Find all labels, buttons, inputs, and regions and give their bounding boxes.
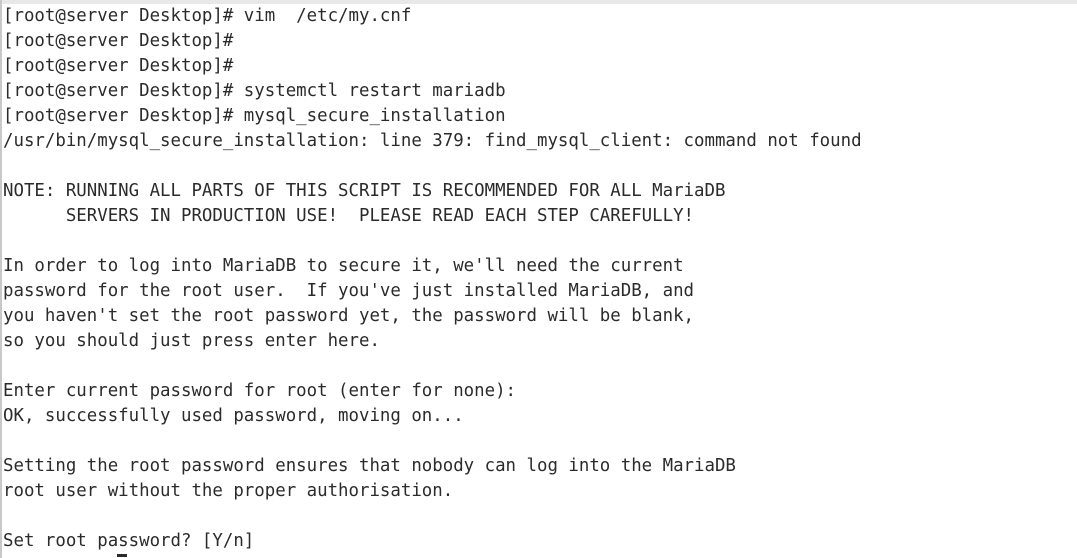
terminal-line: [root@server Desktop]# (3, 56, 234, 76)
terminal-line: [root@server Desktop]# systemctl restart… (3, 81, 506, 101)
terminal-line: NOTE: RUNNING ALL PARTS OF THIS SCRIPT I… (3, 181, 726, 201)
terminal-cursor-line (3, 554, 1075, 558)
terminal-window[interactable]: [root@server Desktop]# vim /etc/my.cnf [… (0, 0, 1077, 558)
terminal-line: In order to log into MariaDB to secure i… (3, 256, 684, 276)
terminal-screen[interactable]: [root@server Desktop]# vim /etc/my.cnf [… (3, 4, 1075, 558)
terminal-line: /usr/bin/mysql_secure_installation: line… (3, 131, 862, 151)
terminal-line: [root@server Desktop]# vim /etc/my.cnf (3, 6, 412, 26)
terminal-line: password for the root user. If you've ju… (3, 281, 695, 301)
terminal-line: root user without the proper authorisati… (3, 481, 454, 501)
terminal-line: SERVERS IN PRODUCTION USE! PLEASE READ E… (3, 206, 695, 226)
terminal-line: [root@server Desktop]# (3, 31, 234, 51)
terminal-line: so you should just press enter here. (3, 331, 380, 351)
text-cursor (117, 554, 127, 557)
terminal-line: OK, successfully used password, moving o… (3, 406, 464, 426)
terminal-line: you haven't set the root password yet, t… (3, 306, 695, 326)
terminal-line: [root@server Desktop]# mysql_secure_inst… (3, 106, 506, 126)
terminal-line: Setting the root password ensures that n… (3, 456, 736, 476)
terminal-line-prompt: Set root password? [Y/n] (3, 531, 255, 551)
terminal-line: Enter current password for root (enter f… (3, 381, 517, 401)
window-left-edge (0, 0, 2, 558)
